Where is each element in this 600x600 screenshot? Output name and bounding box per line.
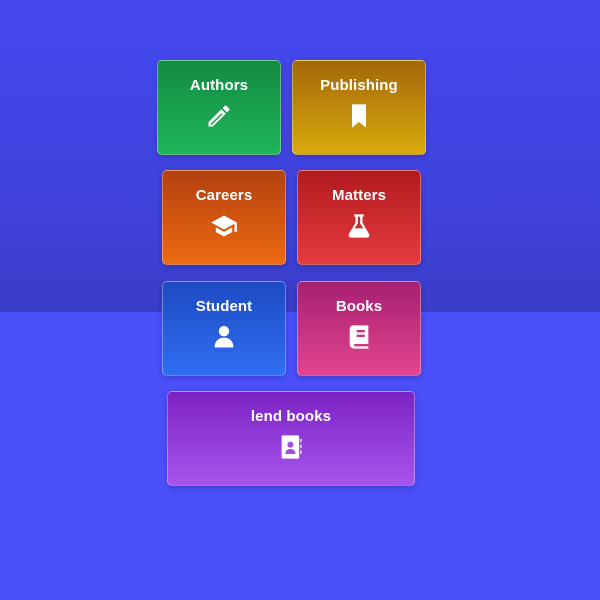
books-label: Books — [335, 298, 383, 315]
authors-label: Authors — [189, 77, 249, 94]
careers-label: Careers — [195, 187, 253, 204]
careers-tile[interactable]: Careers — [162, 170, 286, 265]
authors-tile[interactable]: Authors — [157, 60, 281, 155]
lend-books-label: lend books — [250, 408, 332, 425]
flask-icon — [345, 212, 373, 240]
publishing-label: Publishing — [320, 77, 398, 94]
publishing-tile[interactable]: Publishing — [292, 60, 426, 155]
user-icon — [210, 323, 238, 351]
matters-label: Matters — [331, 187, 387, 204]
lend-books-tile[interactable]: lend books — [167, 391, 415, 486]
address-book-icon — [277, 433, 305, 461]
books-tile[interactable]: Books — [297, 281, 421, 376]
book-icon — [345, 323, 373, 351]
student-tile[interactable]: Student — [162, 281, 286, 376]
pencil-icon — [205, 102, 233, 130]
graduation-cap-icon — [210, 212, 238, 240]
student-label: Student — [195, 298, 253, 315]
bookmark-icon — [345, 102, 373, 130]
background-top — [0, 0, 600, 312]
matters-tile[interactable]: Matters — [297, 170, 421, 265]
